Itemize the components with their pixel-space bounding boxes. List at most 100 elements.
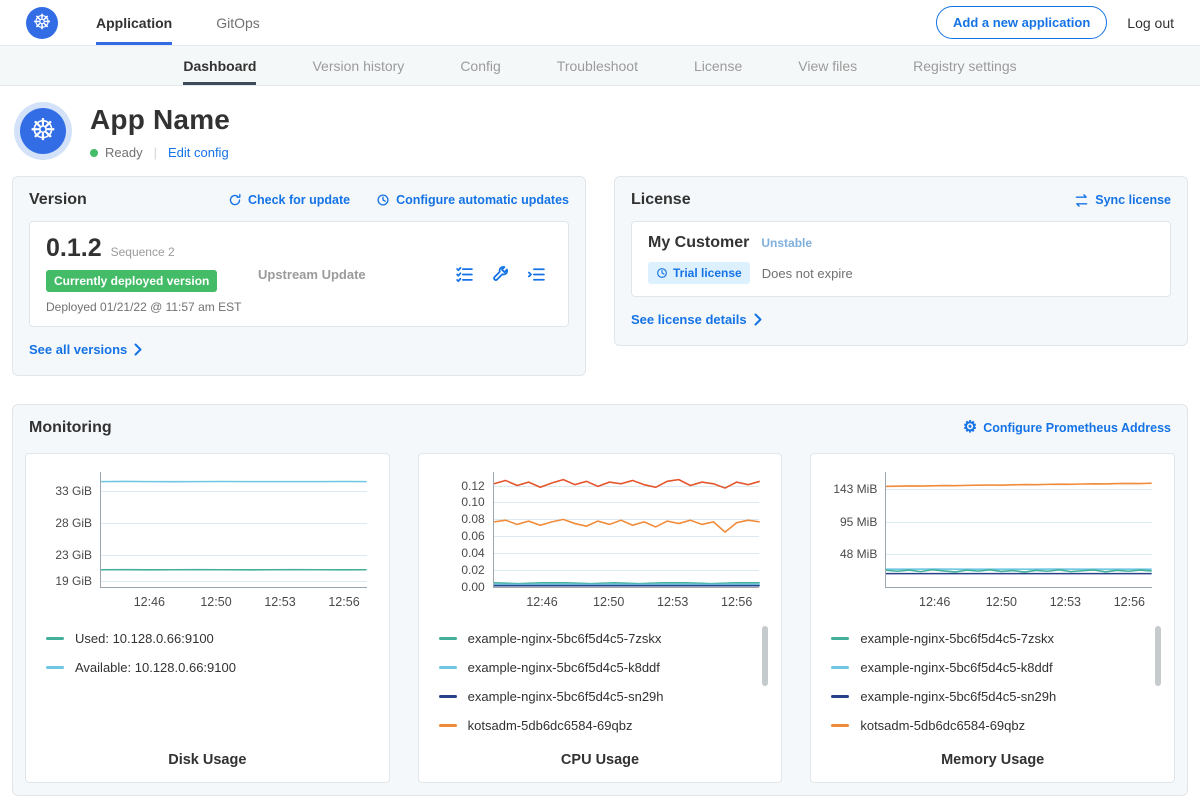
sync-license-link[interactable]: Sync license (1074, 193, 1171, 207)
legend-swatch (831, 637, 849, 640)
add-application-button[interactable]: Add a new application (936, 6, 1107, 39)
legend-label: example-nginx-5bc6f5d4c5-7zskx (468, 631, 662, 646)
legend-item: example-nginx-5bc6f5d4c5-sn29h (831, 682, 1162, 711)
subnav-view-files[interactable]: View files (798, 46, 857, 85)
version-info: 0.1.2 Sequence 2 Currently deployed vers… (46, 234, 258, 314)
subnav-dashboard[interactable]: Dashboard (183, 46, 256, 85)
see-all-versions-link[interactable]: See all versions (29, 342, 142, 357)
subnav-license[interactable]: License (694, 46, 742, 85)
config-wrench-icon[interactable] (491, 265, 510, 284)
configure-automatic-updates-link[interactable]: Configure automatic updates (376, 193, 569, 207)
refresh-icon (228, 193, 242, 207)
trial-license-label: Trial license (673, 266, 742, 280)
legend-label: Available: 10.128.0.66:9100 (75, 660, 236, 675)
version-number: 0.1.2 (46, 234, 102, 263)
chart-x-axis: 12:4612:5012:5312:56 (100, 588, 367, 612)
legend-label: kotsadm-5db6dc6584-69qbz (860, 718, 1025, 733)
kubernetes-wheel-icon: ☸ (20, 108, 66, 154)
tab-application-label: Application (96, 15, 172, 31)
edit-config-link[interactable]: Edit config (168, 145, 229, 160)
y-axis-label: 0.00 (461, 580, 484, 594)
sync-license-label: Sync license (1095, 193, 1171, 207)
legend-swatch (439, 637, 457, 640)
configure-prometheus-link[interactable]: ⚙ Configure Prometheus Address (963, 420, 1171, 436)
summary-cards-row: Version Check for update Configure autom… (0, 176, 1200, 376)
logout-link[interactable]: Log out (1127, 15, 1174, 31)
app-subnav: Dashboard Version history Config Trouble… (0, 46, 1200, 86)
legend-swatch (831, 724, 849, 727)
y-axis-label: 0.02 (461, 563, 484, 577)
legend-scrollbar[interactable] (762, 626, 768, 686)
y-axis-label: 19 GiB (55, 574, 92, 588)
license-card-title: License (631, 191, 691, 209)
app-title-block: App Name Ready | Edit config (90, 102, 230, 160)
version-sequence: Sequence 2 (111, 245, 175, 259)
x-axis-label: 12:56 (721, 595, 752, 609)
clock-icon (656, 267, 668, 279)
current-version-box: 0.1.2 Sequence 2 Currently deployed vers… (29, 221, 569, 327)
x-axis-label: 12:46 (134, 595, 165, 609)
series-line (494, 480, 760, 488)
monitoring-title: Monitoring (29, 419, 112, 437)
chevron-right-icon (754, 313, 762, 326)
chart-title: Memory Usage (821, 744, 1164, 768)
memory-usage-chart: 143 MiB95 MiB48 MiB 12:4612:5012:5312:56… (810, 453, 1175, 783)
legend-item: example-nginx-5bc6f5d4c5-7zskx (831, 624, 1162, 653)
legend-item: example-nginx-5bc6f5d4c5-7zskx (439, 624, 770, 653)
disk-usage-chart: 33 GiB28 GiB23 GiB19 GiB 12:4612:5012:53… (25, 453, 390, 783)
upstream-update-label: Upstream Update (258, 267, 455, 282)
clock-refresh-icon (376, 193, 390, 207)
y-axis-label: 0.12 (461, 479, 484, 493)
legend-swatch (439, 724, 457, 727)
subnav-troubleshoot[interactable]: Troubleshoot (557, 46, 638, 85)
tab-gitops[interactable]: GitOps (216, 0, 260, 45)
y-axis-label: 33 GiB (55, 484, 92, 498)
see-license-details-label: See license details (631, 312, 747, 327)
page-title: App Name (90, 104, 230, 136)
legend-label: example-nginx-5bc6f5d4c5-sn29h (860, 689, 1056, 704)
channel-name: Unstable (761, 236, 812, 250)
x-axis-label: 12:50 (986, 595, 1017, 609)
legend-item: example-nginx-5bc6f5d4c5-k8ddf (831, 653, 1162, 682)
check-for-update-label: Check for update (248, 193, 350, 207)
deploy-logs-icon[interactable] (527, 265, 546, 284)
x-axis-label: 12:50 (200, 595, 231, 609)
see-license-details-link[interactable]: See license details (631, 312, 762, 327)
chart-title: CPU Usage (429, 744, 772, 768)
license-expiry: Does not expire (762, 266, 853, 281)
y-axis-label: 143 MiB (833, 482, 877, 496)
check-for-update-link[interactable]: Check for update (228, 193, 350, 207)
version-card-title: Version (29, 191, 87, 209)
sync-icon (1074, 194, 1089, 207)
legend-item: example-nginx-5bc6f5d4c5-k8ddf (439, 653, 770, 682)
chevron-right-icon (134, 343, 142, 356)
series-line (494, 583, 760, 584)
chart-legend: example-nginx-5bc6f5d4c5-7zskx example-ng… (831, 624, 1162, 744)
configure-automatic-updates-label: Configure automatic updates (396, 193, 569, 207)
chart-plot: 143 MiB95 MiB48 MiB (885, 472, 1152, 588)
subnav-config[interactable]: Config (460, 46, 500, 85)
kubernetes-logo-icon: ☸ (26, 7, 58, 39)
chart-x-axis: 12:4612:5012:5312:56 (493, 588, 760, 612)
y-axis-label: 28 GiB (55, 516, 92, 530)
tab-application[interactable]: Application (96, 0, 172, 45)
legend-swatch (439, 695, 457, 698)
chart-x-axis: 12:4612:5012:5312:56 (885, 588, 1152, 612)
subnav-version-history[interactable]: Version history (312, 46, 404, 85)
y-axis-label: 0.08 (461, 512, 484, 526)
kubernetes-wheel-glyph: ☸ (33, 12, 52, 33)
legend-swatch (46, 666, 64, 669)
series-line (886, 570, 1152, 572)
app-status-row: Ready | Edit config (90, 145, 230, 160)
charts-row: 33 GiB 28 GiB 23 GiB 19 GiB 12:4612:5012:53… (25, 453, 1175, 783)
x-axis-label: 12:46 (919, 595, 950, 609)
y-axis-label: 23 GiB (55, 548, 92, 562)
configure-prometheus-label: Configure Prometheus Address (983, 421, 1171, 435)
subnav-registry-settings[interactable]: Registry settings (913, 46, 1016, 85)
legend-scrollbar[interactable] (1155, 626, 1161, 686)
legend-item: Used: 10.128.0.66:9100 (46, 624, 377, 653)
license-card: License Sync license My Customer Unstabl… (614, 176, 1188, 346)
preflight-checklist-icon[interactable] (455, 265, 474, 284)
legend-label: example-nginx-5bc6f5d4c5-k8ddf (860, 660, 1052, 675)
x-axis-label: 12:56 (1114, 595, 1145, 609)
